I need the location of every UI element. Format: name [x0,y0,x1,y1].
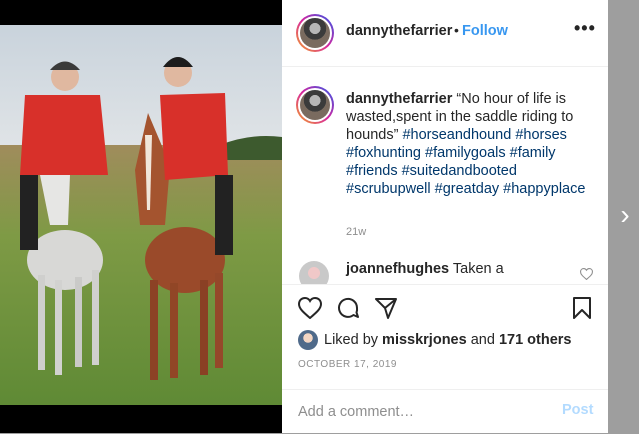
likes-others-link[interactable]: 171 others [499,332,572,348]
more-options-icon[interactable]: ••• [574,18,596,39]
caption: dannythefarrier “No hour of life is wast… [346,90,596,198]
caption-username[interactable]: dannythefarrier [346,91,452,107]
chevron-right-icon[interactable]: › [615,200,635,230]
likes-prefix: Liked by [324,332,379,348]
caption-time-ago[interactable]: 21w [346,226,366,238]
comment-like-heart-icon[interactable] [580,268,593,280]
comment-input[interactable] [296,400,550,424]
post-actions: Liked by misskrjones and 171 others OCTO… [282,284,608,390]
comment-text: Taken a [452,261,504,277]
post-details-panel: dannythefarrier • Follow ••• dannythefar… [282,0,608,433]
liker-avatar[interactable] [298,330,318,350]
post-date[interactable]: OCTOBER 17, 2019 [298,359,397,370]
likes-summary: Liked by misskrjones and 171 others [324,332,572,348]
caption-avatar[interactable] [296,86,334,124]
separator-dot: • [454,22,459,38]
comment-item: joannefhughes Taken a [296,258,596,284]
heart-icon[interactable] [298,297,322,319]
post-comment-button[interactable]: Post [562,402,593,418]
post-header: dannythefarrier • Follow ••• [282,0,608,67]
hunt-riders-photo [0,25,282,405]
post-photo[interactable] [0,0,282,433]
bookmark-icon[interactable] [572,296,592,320]
commenter-avatar[interactable] [299,261,329,284]
header-username[interactable]: dannythefarrier [346,23,452,39]
liker-username[interactable]: misskrjones [382,332,467,348]
comment-content: joannefhughes Taken a [346,261,504,277]
speech-bubble-icon[interactable] [336,296,360,320]
follow-button[interactable]: Follow [462,23,508,39]
add-comment-bar: Post [282,389,608,434]
commenter-username[interactable]: joannefhughes [346,261,449,277]
profile-avatar[interactable] [296,14,334,52]
paper-plane-icon[interactable] [374,296,398,320]
likes-middle: and [470,332,495,348]
